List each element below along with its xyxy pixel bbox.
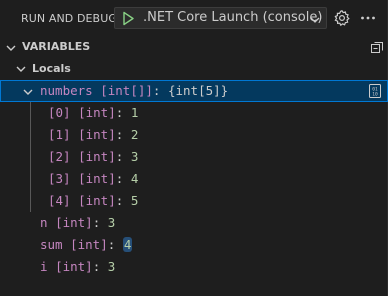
section-title: VARIABLES	[22, 40, 91, 53]
variable-separator: :	[115, 105, 124, 120]
view-binary-icon: 01 10	[369, 84, 381, 98]
variable-row[interactable]: [4] [int]: 5	[0, 190, 388, 212]
variable-name: [1]	[48, 127, 71, 142]
variable-name: i	[40, 259, 48, 274]
variable-name: [4]	[48, 193, 71, 208]
variable-value[interactable]: 3	[131, 149, 139, 164]
variable-row-i[interactable]: i [int]: 3	[0, 256, 388, 278]
variable-type: [int]	[78, 171, 116, 186]
variable-separator: :	[115, 193, 124, 208]
variable-label: [1] [int]: 2	[48, 124, 138, 146]
variable-row-numbers[interactable]: numbers [int[]]: {int[5]} 01 10	[0, 80, 388, 102]
variable-type: [int[]]	[100, 83, 153, 98]
variable-type: [int]	[70, 237, 108, 252]
variable-value[interactable]: 4	[122, 237, 133, 252]
chevron-down-icon[interactable]	[4, 40, 18, 54]
variable-label: numbers [int[]]: {int[5]}	[40, 80, 228, 102]
variable-value[interactable]: 3	[108, 259, 116, 274]
variable-type: [int]	[78, 193, 116, 208]
variable-name: numbers	[40, 83, 93, 98]
svg-text:10: 10	[372, 91, 378, 97]
variable-type: [int]	[78, 105, 116, 120]
variable-value[interactable]: 4	[131, 171, 139, 186]
variable-value[interactable]: 3	[108, 215, 116, 230]
variable-label: [3] [int]: 4	[48, 168, 138, 190]
variable-row[interactable]: [3] [int]: 4	[0, 168, 388, 190]
variable-separator: :	[92, 259, 101, 274]
more-actions-button[interactable]	[358, 9, 378, 27]
variable-value[interactable]: {int[5]}	[168, 83, 228, 98]
chevron-down-icon[interactable]	[308, 12, 322, 26]
view-binary-data-button[interactable]: 01 10	[367, 83, 383, 99]
variable-separator: :	[107, 237, 116, 252]
panel-title: RUN AND DEBUG	[21, 12, 117, 25]
open-launch-json-button[interactable]	[333, 9, 351, 27]
variable-row[interactable]: [0] [int]: 1	[0, 102, 388, 124]
variable-name: [0]	[48, 105, 71, 120]
variable-name: n	[40, 215, 48, 230]
variable-row[interactable]: [2] [int]: 3	[0, 146, 388, 168]
locals-scope[interactable]: Locals	[0, 58, 388, 80]
variable-name: [3]	[48, 171, 71, 186]
variable-type: [int]	[55, 259, 93, 274]
variable-label: sum [int]: 4	[40, 234, 133, 256]
scope-label: Locals	[32, 62, 71, 75]
variable-separator: :	[152, 83, 161, 98]
launch-config-selector[interactable]: .NET Core Launch (console)	[114, 7, 327, 29]
gear-icon	[334, 10, 350, 27]
variable-type: [int]	[55, 215, 93, 230]
variable-type: [int]	[78, 149, 116, 164]
variable-row[interactable]: [1] [int]: 2	[0, 124, 388, 146]
variable-value[interactable]: 2	[131, 127, 139, 142]
variable-separator: :	[115, 127, 124, 142]
variable-label: i [int]: 3	[40, 256, 115, 278]
variable-separator: :	[92, 215, 101, 230]
start-debugging-button[interactable]	[118, 9, 138, 28]
play-icon	[123, 11, 134, 26]
variable-separator: :	[115, 149, 124, 164]
variable-label: [0] [int]: 1	[48, 102, 138, 124]
variable-label: [2] [int]: 3	[48, 146, 138, 168]
variable-separator: :	[115, 171, 124, 186]
variable-value[interactable]: 1	[131, 105, 139, 120]
variable-name: sum	[40, 237, 63, 252]
variable-row-sum[interactable]: sum [int]: 4	[0, 234, 388, 256]
run-debug-header: RUN AND DEBUG .NET Core Launch (console)	[0, 0, 388, 36]
variable-label: [4] [int]: 5	[48, 190, 138, 212]
variables-section-header[interactable]: VARIABLES	[0, 36, 388, 58]
variable-label: n [int]: 3	[40, 212, 115, 234]
chevron-down-icon[interactable]	[21, 84, 35, 98]
collapse-all-button[interactable]	[369, 39, 385, 55]
variable-value[interactable]: 5	[131, 193, 139, 208]
variable-row-n[interactable]: n [int]: 3	[0, 212, 388, 234]
variable-type: [int]	[78, 127, 116, 142]
chevron-down-icon[interactable]	[14, 62, 28, 76]
ellipsis-icon	[361, 16, 375, 20]
debug-panel: RUN AND DEBUG .NET Core Launch (console)	[0, 0, 388, 296]
variable-name: [2]	[48, 149, 71, 164]
collapse-all-icon	[371, 42, 383, 53]
launch-config-name[interactable]: .NET Core Launch (console)	[143, 10, 322, 25]
